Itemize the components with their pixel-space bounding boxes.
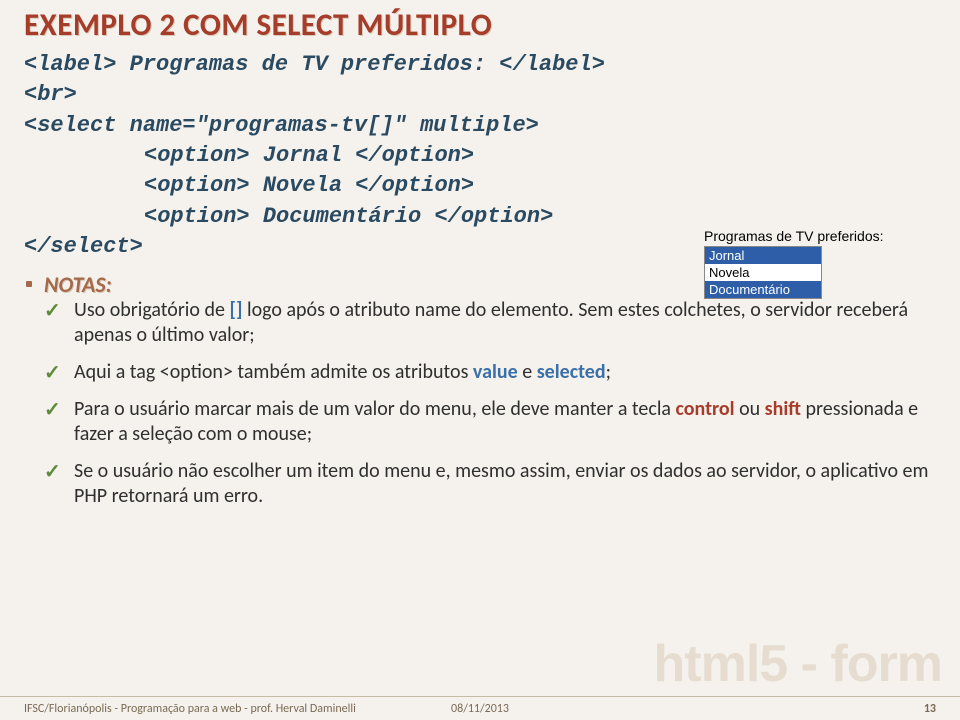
note-text: ; <box>606 360 611 384</box>
footer-date: 08/11/2013 <box>451 702 509 716</box>
checkmark-icon: ✓ <box>44 460 61 485</box>
slide-footer: IFSC/Florianópolis - Programação para a … <box>0 696 960 720</box>
code-line: <label> Programas de TV preferidos: </la… <box>24 50 936 80</box>
note-item: ✓ Se o usuário não escolher um item do m… <box>44 459 936 509</box>
note-text: Uso obrigatório de <box>74 298 229 322</box>
notes-section: NOTAS: ✓ Uso obrigatório de [] logo após… <box>24 271 936 509</box>
highlight-value: value <box>473 360 518 384</box>
code-line: <select name="programas-tv[]" multiple> <box>24 111 936 141</box>
highlight-selected: selected <box>537 360 606 384</box>
checkmark-icon: ✓ <box>44 361 61 386</box>
slide: EXEMPLO 2 COM SELECT MÚLTIPLO <label> Pr… <box>0 0 960 720</box>
slide-title: EXEMPLO 2 COM SELECT MÚLTIPLO <box>24 6 936 44</box>
code-line: <br> <box>24 80 936 110</box>
note-text: Para o usuário marcar mais de um valor d… <box>74 397 676 421</box>
code-line: <option> Jornal </option> <box>24 141 936 171</box>
highlight-control: control <box>676 397 735 421</box>
note-item: ✓ Aqui a tag <option> também admite os a… <box>44 360 936 385</box>
notes-heading: NOTAS: <box>44 271 112 298</box>
highlight-shift: shift <box>765 397 801 421</box>
note-item: ✓ Para o usuário marcar mais de um valor… <box>44 397 936 447</box>
note-text: Aqui a tag <option> também admite os atr… <box>74 360 473 384</box>
note-item: ✓ Uso obrigatório de [] logo após o atri… <box>44 298 936 348</box>
bullet-dot-icon <box>26 281 32 287</box>
footer-page-number: 13 <box>924 702 936 716</box>
note-text: ou <box>735 397 765 421</box>
note-text: e <box>518 360 537 384</box>
watermark-text: html5 - form <box>654 634 942 694</box>
highlight-brackets: [] <box>229 298 242 322</box>
checkmark-icon: ✓ <box>44 398 61 423</box>
code-line: <option> Novela </option> <box>24 171 936 201</box>
widget-label: Programas de TV preferidos: <box>704 228 924 244</box>
note-text: Se o usuário não escolher um item do men… <box>74 459 928 508</box>
listbox-option[interactable]: Jornal <box>705 247 821 264</box>
checkmark-icon: ✓ <box>44 299 61 324</box>
